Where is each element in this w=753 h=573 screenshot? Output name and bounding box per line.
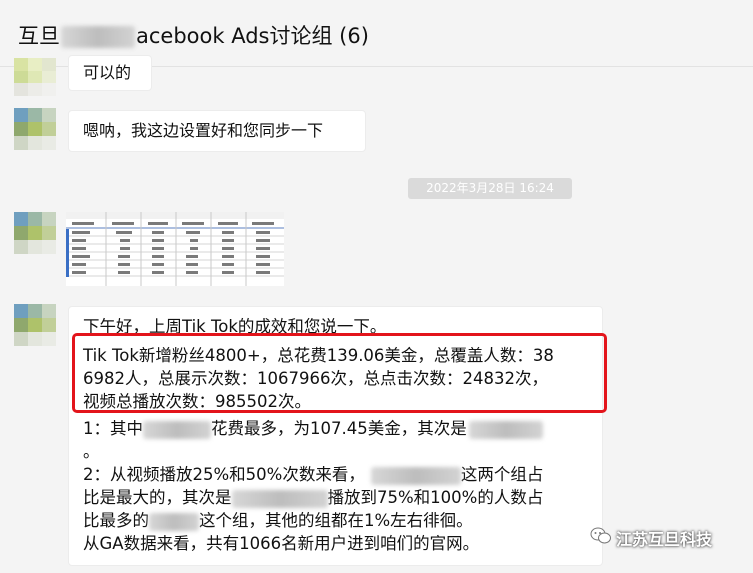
avatar[interactable] [14, 304, 56, 346]
chat-title-prefix: 互旦 [18, 24, 60, 48]
message-text: 可以的 [83, 63, 132, 82]
avatar[interactable] [14, 108, 56, 150]
report-line: 6982人，总展示次数：1067966次，总点击次数：24832次， [83, 369, 548, 388]
report-line: 从GA数据来看，共有1066名新用户进到咱们的官网。 [83, 534, 480, 553]
avatar[interactable] [14, 212, 56, 254]
redacted-text [143, 420, 211, 439]
redacted-name [61, 26, 135, 48]
spreadsheet-image [66, 212, 284, 286]
report-line: 视频总播放次数：985502次。 [83, 392, 311, 411]
report-text-part: 播放到75%和100%的人数占 [327, 488, 544, 507]
redacted-text [370, 466, 461, 485]
report-line: 1：其中 花费最多，为107.45美金，其次是 [83, 417, 554, 440]
watermark-label: 江苏互旦科技 [616, 530, 713, 549]
avatar[interactable] [14, 58, 56, 96]
report-text-part: 这个组，其他的组都在1%左右徘徊。 [199, 511, 473, 530]
timestamp: 2022年3月28日 16:24 [408, 178, 572, 199]
report-text-part: 1：其中 [83, 419, 143, 438]
chat-title-suffix: acebook Ads讨论组 (6) [136, 24, 369, 48]
message-text: 嗯呐，我这边设置好和您同步一下 [83, 121, 324, 140]
spreadsheet-thumbnail[interactable] [66, 212, 284, 286]
message-bubble[interactable]: 可以的 [68, 55, 152, 91]
chat-title: 互旦 acebook Ads讨论组 (6) [18, 20, 369, 50]
report-line: Tik Tok新增粉丝4800+，总花费139.06美金，总覆盖人数：38 [83, 346, 554, 365]
report-text: 下午好，上周Tik Tok的成效和您说一下。 Tik Tok新增粉丝4800+，… [83, 315, 554, 555]
report-line: 比最多的 这个组，其他的组都在1%左右徘徊。 [83, 509, 554, 532]
report-line: 。 [83, 442, 100, 461]
report-text-part: 比是最大的，其次是 [83, 488, 232, 507]
report-line: 比是最大的，其次是 播放到75%和100%的人数占 [83, 486, 554, 509]
report-line: 下午好，上周Tik Tok的成效和您说一下。 [83, 317, 387, 336]
report-message-bubble[interactable]: 下午好，上周Tik Tok的成效和您说一下。 Tik Tok新增粉丝4800+，… [68, 306, 603, 566]
report-text-part: 花费最多，为107.45美金，其次是 [211, 419, 467, 438]
wechat-icon [590, 526, 611, 544]
report-line: 2：从视频播放25%和50%次数来看， 这两个组占 [83, 463, 554, 486]
report-text-part: 这两个组占 [460, 465, 544, 484]
redacted-text [149, 512, 199, 531]
report-text-part: 比最多的 [83, 511, 149, 530]
redacted-text [468, 420, 543, 439]
report-text-part: 2：从视频播放25%和50%次数来看， [83, 465, 365, 484]
message-bubble[interactable]: 嗯呐，我这边设置好和您同步一下 [68, 110, 366, 152]
redacted-text [231, 489, 328, 508]
